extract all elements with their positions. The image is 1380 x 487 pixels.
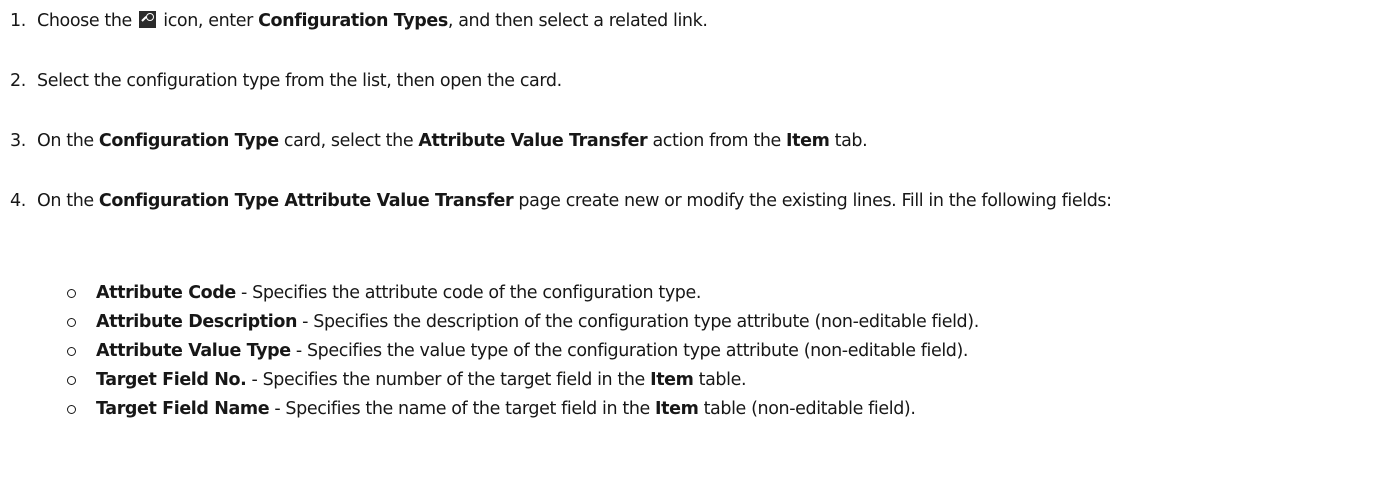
step-1: 1. Choose the icon, enter Configuration … — [10, 7, 1372, 36]
step-number: 4. — [10, 191, 26, 211]
circle-bullet-icon — [67, 376, 76, 385]
step-text: On the Configuration Type Attribute Valu… — [37, 191, 1112, 211]
step-number: 3. — [10, 131, 26, 151]
ui-term: Configuration Type — [98, 131, 279, 151]
list-item: Attribute Description - Specifies the de… — [64, 308, 1372, 337]
field-description: - Specifies the value type of the config… — [290, 341, 969, 361]
list-item: Target Field Name - Specifies the name o… — [64, 395, 1372, 424]
step-number: 2. — [10, 71, 26, 91]
search-icon — [139, 11, 157, 28]
field-description: - Specifies the number of the target fie… — [246, 370, 651, 390]
field-description: - Specifies the description of the confi… — [297, 312, 979, 332]
step-2: 2. Select the configuration type from th… — [10, 67, 1372, 96]
step-text: Choose the icon, enter Configuration Typ… — [37, 11, 708, 31]
circle-bullet-icon — [67, 289, 76, 298]
list-item: Attribute Code - Specifies the attribute… — [64, 279, 1372, 308]
ui-term: Configuration Types — [258, 11, 448, 31]
field-name: Target Field No. — [96, 370, 247, 390]
list-item: Target Field No. - Specifies the number … — [64, 366, 1372, 395]
field-name: Attribute Code — [96, 283, 236, 303]
circle-bullet-icon — [67, 347, 76, 356]
step-4: 4. On the Configuration Type Attribute V… — [10, 187, 1372, 216]
circle-bullet-icon — [67, 405, 76, 414]
step-text: On the Configuration Type card, select t… — [37, 131, 868, 151]
list-item: Attribute Value Type - Specifies the val… — [64, 337, 1372, 366]
ui-term: Attribute Value Transfer — [418, 131, 648, 151]
ui-term: Configuration Type Attribute Value Trans… — [98, 191, 514, 211]
field-name: Attribute Description — [96, 312, 298, 332]
field-list: Attribute Code - Specifies the attribute… — [64, 279, 1372, 424]
step-number: 1. — [10, 11, 26, 31]
field-name: Target Field Name — [96, 399, 270, 419]
field-description: - Specifies the name of the target field… — [269, 399, 656, 419]
document: 1. Choose the icon, enter Configuration … — [0, 0, 1380, 487]
step-text: Select the configuration type from the l… — [37, 71, 562, 91]
circle-bullet-icon — [67, 318, 76, 327]
step-3: 3. On the Configuration Type card, selec… — [10, 127, 1372, 156]
field-description: - Specifies the attribute code of the co… — [235, 283, 702, 303]
ui-term: Item — [786, 131, 830, 151]
field-name: Attribute Value Type — [96, 341, 291, 361]
ui-term: Item — [655, 399, 699, 419]
ui-term: Item — [650, 370, 694, 390]
